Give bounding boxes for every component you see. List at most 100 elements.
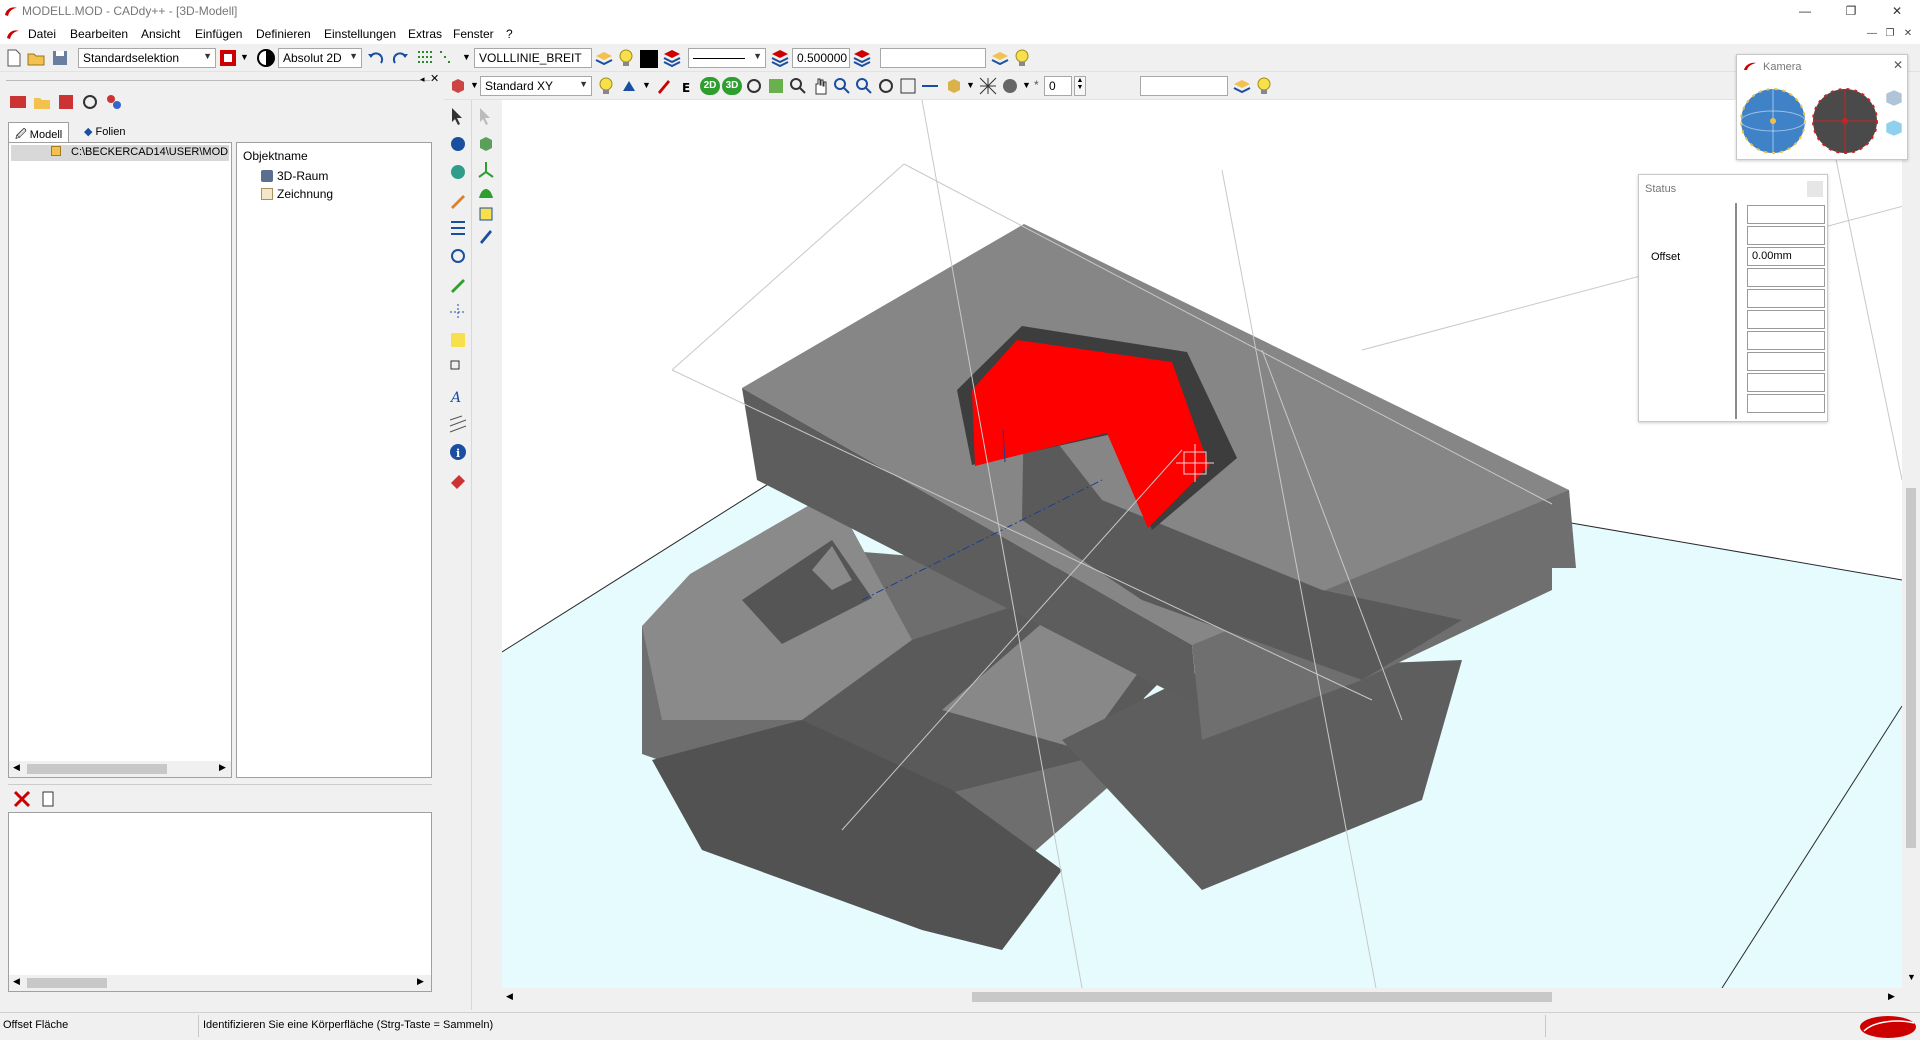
- edit-pencil-icon[interactable]: [448, 274, 468, 294]
- close-button[interactable]: ✕: [1874, 0, 1920, 22]
- viewport-vscrollbar[interactable]: ▼: [1902, 100, 1920, 988]
- delete-tool-icon[interactable]: [12, 789, 32, 809]
- scroll-right-icon[interactable]: ▶: [1888, 991, 1895, 1002]
- extrude-icon[interactable]: [476, 204, 496, 224]
- viewport-hscrollbar[interactable]: ◀ ▶: [502, 988, 1902, 1006]
- view-cube-icon[interactable]: [448, 76, 468, 96]
- layer-stack-icon[interactable]: [594, 48, 614, 68]
- scroll-thumb[interactable]: [27, 978, 107, 988]
- status-cell[interactable]: [1747, 289, 1825, 308]
- tree-hscrollbar[interactable]: ◀ ▶: [9, 761, 231, 777]
- menu-einstellungen[interactable]: Einstellungen: [324, 27, 396, 41]
- mdi-restore-button[interactable]: ❐: [1882, 26, 1898, 42]
- view-2d-button[interactable]: 2D: [700, 77, 720, 95]
- solid-sphere-icon[interactable]: [448, 134, 468, 154]
- zoom-all-icon[interactable]: [876, 76, 896, 96]
- eraser-icon[interactable]: [448, 470, 468, 490]
- pen-tool-icon[interactable]: [654, 76, 674, 96]
- render-tool-icon[interactable]: [620, 76, 640, 96]
- select-arrow-icon[interactable]: [448, 106, 468, 126]
- section-plane-icon[interactable]: [920, 76, 940, 96]
- menu-fenster[interactable]: Fenster: [453, 27, 494, 41]
- edit-icon[interactable]: E: [676, 76, 696, 96]
- select-arrow-disabled-icon[interactable]: [476, 106, 496, 126]
- layer-stack-icon[interactable]: [662, 48, 682, 68]
- status-cell[interactable]: [1747, 268, 1825, 287]
- panel-grip[interactable]: [6, 80, 430, 81]
- menu-datei[interactable]: Datei: [28, 27, 56, 41]
- scroll-thumb[interactable]: [1906, 488, 1916, 848]
- save-icon[interactable]: [50, 48, 70, 68]
- sphere-tool-icon[interactable]: [448, 162, 468, 182]
- scroll-right-icon[interactable]: ▶: [417, 976, 424, 987]
- status-cell[interactable]: [1747, 310, 1825, 329]
- lightbulb-icon[interactable]: [616, 48, 636, 68]
- material-sphere-icon[interactable]: [1000, 76, 1020, 96]
- tab-folien[interactable]: ◆ Folien: [78, 122, 131, 142]
- spinner-buttons[interactable]: ▲ ▼: [1074, 76, 1086, 96]
- status-cell[interactable]: [1747, 205, 1825, 224]
- camera-close-icon[interactable]: ✕: [1893, 58, 1903, 72]
- zoom-out-icon[interactable]: [854, 76, 874, 96]
- model-manager-icon[interactable]: [8, 92, 28, 112]
- measure-icon[interactable]: [448, 330, 468, 350]
- menu-extras[interactable]: Extras: [408, 27, 442, 41]
- new-file-icon[interactable]: [4, 48, 24, 68]
- snap-mode-icon[interactable]: [256, 48, 276, 68]
- status-cell[interactable]: [1747, 226, 1825, 245]
- selection-mode-select[interactable]: Standardselektion ▼: [78, 48, 216, 68]
- view-name-field[interactable]: [1140, 76, 1228, 96]
- menu-definieren[interactable]: Definieren: [256, 27, 311, 41]
- chevron-down-icon[interactable]: ▼: [462, 52, 471, 62]
- undo-icon[interactable]: [366, 48, 386, 68]
- layer-name-field[interactable]: [880, 48, 986, 68]
- zoom-window-icon[interactable]: [788, 76, 808, 96]
- color-swatch[interactable]: [640, 50, 658, 68]
- open-file-icon[interactable]: [26, 48, 46, 68]
- offset-input[interactable]: 0.00mm: [1747, 247, 1825, 266]
- axis-icon[interactable]: [476, 160, 496, 180]
- scroll-right-icon[interactable]: ▶: [219, 762, 226, 773]
- select-frame-icon[interactable]: [218, 48, 238, 68]
- layer-number-field[interactable]: 0: [1044, 76, 1072, 96]
- layer-stack-icon[interactable]: [770, 48, 790, 68]
- line-width-field[interactable]: 0.500000: [792, 48, 850, 68]
- minimize-button[interactable]: —: [1782, 0, 1828, 22]
- layer-manager-icon[interactable]: [990, 48, 1010, 68]
- scroll-left-icon[interactable]: ◀: [506, 991, 513, 1002]
- mesh-icon[interactable]: [978, 76, 998, 96]
- mdi-close-button[interactable]: ✕: [1900, 26, 1916, 42]
- status-panel-close-button[interactable]: [1807, 181, 1823, 197]
- panel-close-icon[interactable]: ✕: [430, 72, 439, 85]
- properties-hscrollbar[interactable]: ◀ ▶: [9, 975, 431, 991]
- rotate-tool-icon[interactable]: [448, 246, 468, 266]
- surface-icon[interactable]: [476, 182, 496, 202]
- properties-icon[interactable]: [104, 92, 124, 112]
- clipboard-icon[interactable]: [38, 789, 58, 809]
- status-cell[interactable]: [1747, 394, 1825, 413]
- line-type-field[interactable]: VOLLLINIE_BREIT: [474, 48, 592, 68]
- globe-view-icon[interactable]: [1739, 87, 1807, 155]
- app-menu-icon[interactable]: [6, 28, 20, 40]
- sphere-red-icon[interactable]: [1811, 87, 1879, 155]
- grid-icon[interactable]: [416, 48, 436, 68]
- text-tool-icon[interactable]: A: [448, 386, 468, 406]
- zoom-in-icon[interactable]: [832, 76, 852, 96]
- delete-object-icon[interactable]: [56, 92, 76, 112]
- status-cell[interactable]: [1747, 373, 1825, 392]
- shade-mode-icon[interactable]: [944, 76, 964, 96]
- scroll-left-icon[interactable]: ◀: [13, 976, 20, 987]
- pencil-icon[interactable]: [448, 190, 468, 210]
- scroll-down-icon[interactable]: ▼: [1907, 972, 1916, 982]
- zoom-previous-icon[interactable]: [898, 76, 918, 96]
- refresh-icon[interactable]: [80, 92, 100, 112]
- pan-hand-icon[interactable]: [810, 76, 830, 96]
- chevron-down-icon[interactable]: ▼: [1022, 80, 1031, 90]
- tree-row-selected[interactable]: C:\BECKERCAD14\USER\MOD: [11, 145, 229, 161]
- cube-view-icon[interactable]: [1883, 87, 1905, 109]
- brush-icon[interactable]: [476, 226, 496, 246]
- menu-ansicht[interactable]: Ansicht: [141, 27, 180, 41]
- menu-help[interactable]: ?: [506, 27, 513, 41]
- line-style-select[interactable]: ▼: [688, 48, 766, 68]
- chevron-down-icon[interactable]: ▼: [470, 80, 479, 90]
